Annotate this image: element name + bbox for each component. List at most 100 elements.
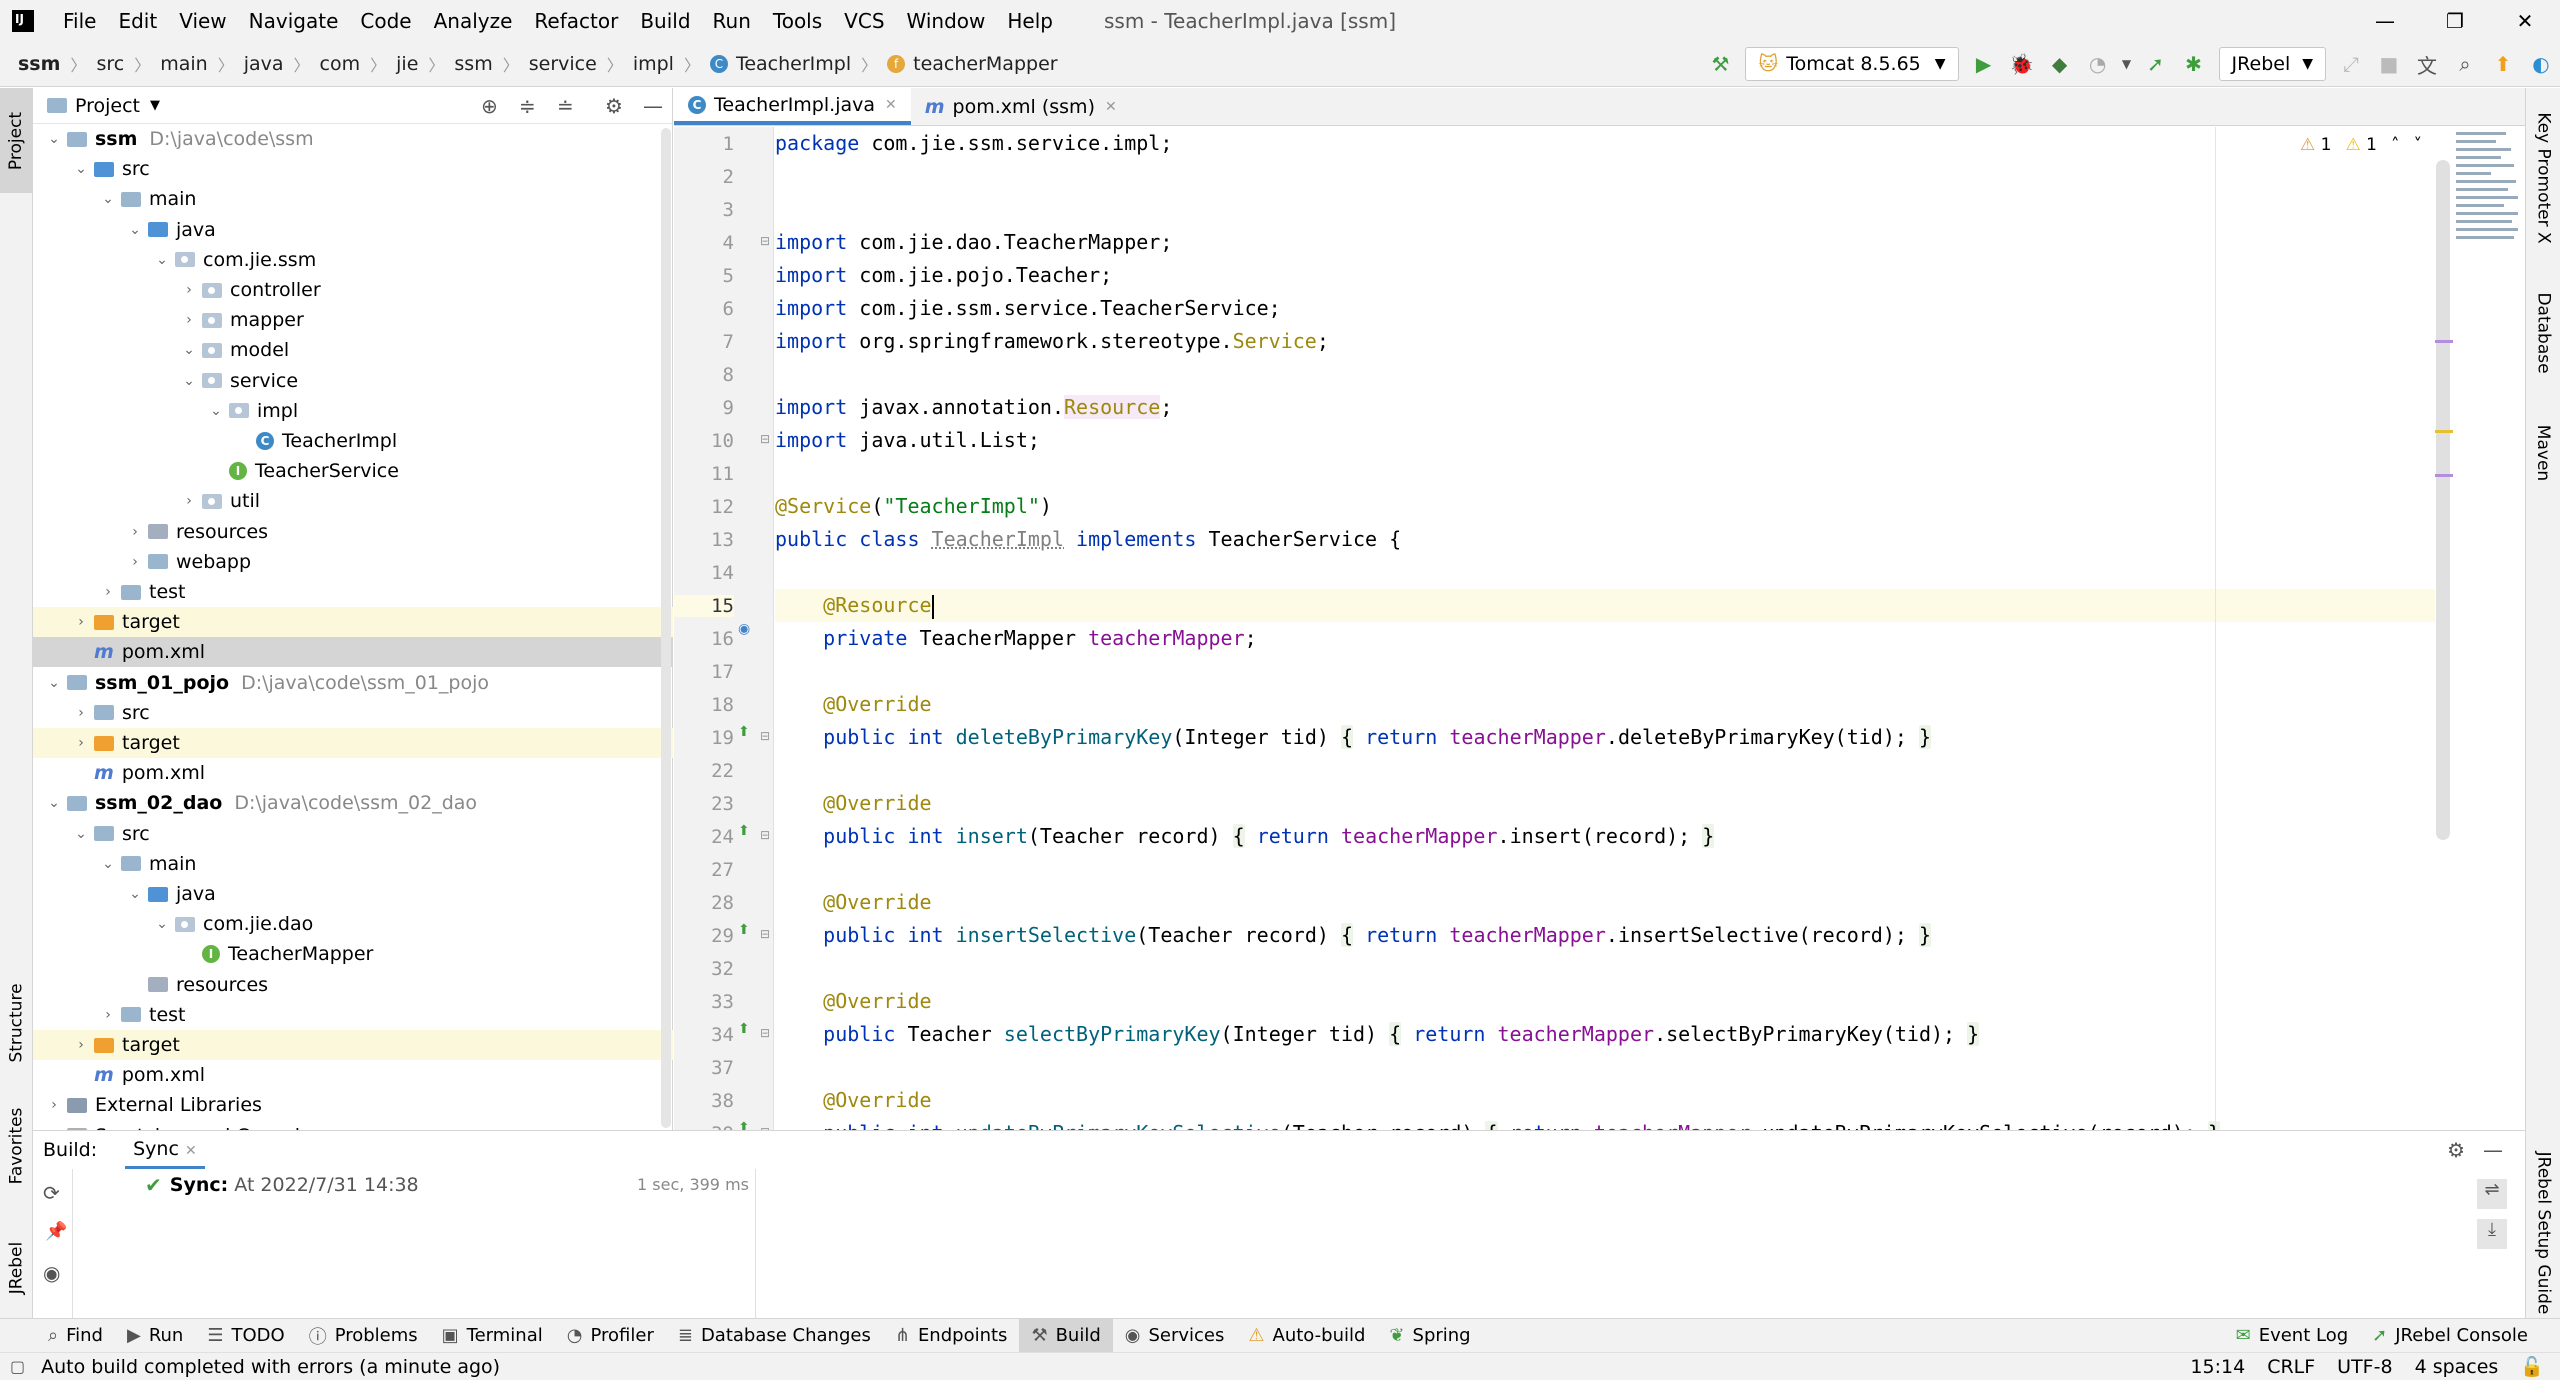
breadcrumb-item[interactable]: ssm 〉 [18,52,96,76]
tree-item[interactable]: ⌄ ssm D:\java\code\ssm [33,124,673,154]
update-available-icon[interactable]: ⬆ [2484,45,2522,83]
tab-maven[interactable]: Maven [2526,408,2560,498]
implements-method-icon[interactable]: ⬆ [738,823,750,839]
menu-window[interactable]: Window [896,9,997,33]
stop-icon[interactable]: ■ [2370,45,2408,83]
line-separator[interactable]: CRLF [2267,1356,2315,1378]
tool-endpoints[interactable]: ⋔ Endpoints [883,1319,1020,1353]
menu-code[interactable]: Code [349,9,422,33]
tree-item[interactable]: › External Libraries [33,1090,673,1120]
line-number[interactable]: 15 [674,595,734,617]
tree-item[interactable]: › resources [33,517,673,547]
code-minimap[interactable] [2450,127,2525,297]
translate-icon[interactable]: 文 [2408,45,2446,83]
tool-build[interactable]: ⚒ Build [1019,1318,1113,1353]
implements-method-icon[interactable]: ⬆ [738,724,750,740]
expand-all-icon[interactable]: ≑ [519,94,536,118]
menu-tools[interactable]: Tools [762,9,833,33]
tool-event-log[interactable]: ✉ Event Log [2224,1319,2361,1353]
tool-spring[interactable]: ❦ Spring [1377,1319,1482,1353]
menu-build[interactable]: Build [629,9,701,33]
soft-wrap-icon[interactable]: ⇌ [2477,1179,2507,1209]
tree-item[interactable]: › src [33,698,673,728]
lock-icon[interactable]: 🔓 [2520,1355,2544,1378]
tool-profiler[interactable]: ◔ Profiler [555,1319,666,1353]
chevron-right-icon[interactable]: › [128,524,142,540]
tab-jrebel-setup-guide[interactable]: JRebel Setup Guide [2526,1128,2560,1338]
chevron-down-icon[interactable]: ⌄ [128,886,142,902]
warning-indicator[interactable]: ⚠ 1 [2300,135,2331,155]
chevron-right-icon[interactable]: › [182,312,196,328]
chevron-down-icon[interactable]: ⌄ [74,826,88,842]
tool-find[interactable]: ⌕ Find [36,1319,115,1353]
line-number[interactable]: 7 [674,331,734,353]
menu-vcs[interactable]: VCS [833,9,895,33]
tab-structure[interactable]: Structure [0,968,33,1078]
previous-highlight-icon[interactable]: ˄ [2391,135,2400,155]
tree-item[interactable]: ⌄ service [33,366,673,396]
menu-view[interactable]: View [168,9,237,33]
chevron-down-icon[interactable]: ⌄ [155,916,169,932]
tool-database-changes[interactable]: ≣ Database Changes [666,1319,883,1353]
tree-item[interactable]: ⌄ java [33,879,673,909]
hide-icon[interactable]: — [643,94,663,118]
sync-row[interactable]: ✔ Sync: At 2022/7/31 14:38 [145,1173,419,1197]
chevron-down-icon[interactable]: ⌄ [101,191,115,207]
gear-icon[interactable]: ⚙ [2447,1138,2465,1162]
chevron-right-icon[interactable]: › [74,614,88,630]
gear-icon[interactable]: ⚙ [605,94,623,118]
close-tab-icon[interactable]: ✕ [185,1143,197,1159]
inspection-widget[interactable]: ⚠ 1 ⚠ 1 ˄ ˅ [2300,135,2422,155]
tool-terminal[interactable]: ▣ Terminal [430,1319,555,1353]
breadcrumb-item[interactable]: src 〉 [96,52,160,76]
refresh-icon[interactable]: ⟳ [43,1181,60,1205]
line-number[interactable]: 38 [674,1090,734,1112]
search-icon[interactable]: ⌕ [2446,45,2484,83]
tree-item[interactable]: ⌄ java [33,215,673,245]
tree-item[interactable]: m pom.xml [33,758,673,788]
line-number[interactable]: 23 [674,793,734,815]
line-number[interactable]: 16 [674,628,734,650]
tab-project[interactable]: Project [0,88,33,193]
tree-item[interactable]: ⌄ src [33,819,673,849]
line-number[interactable]: 28 [674,892,734,914]
line-number[interactable]: 24 [674,826,734,848]
tab-key-promoter[interactable]: Key Promoter X [2526,98,2560,258]
line-number[interactable]: 3 [674,199,734,221]
line-number[interactable]: 1 [674,133,734,155]
chevron-down-icon[interactable]: ⌄ [47,131,61,147]
breadcrumb-item[interactable]: main 〉 [160,52,244,76]
tree-item[interactable]: › target [33,1030,673,1060]
line-number[interactable]: 11 [674,463,734,485]
chevron-right-icon[interactable]: › [101,584,115,600]
editor-scrollbar[interactable] [2436,160,2450,840]
line-number[interactable]: 2 [674,166,734,188]
chevron-down-icon[interactable]: ⌄ [128,222,142,238]
fold-icon[interactable]: ⊟ [760,927,770,941]
line-number[interactable]: 27 [674,859,734,881]
tree-item[interactable]: › mapper [33,305,673,335]
build-hammer-icon[interactable]: ⚒ [1701,45,1739,83]
code-editor[interactable]: package com.jie.ssm.service.impl; import… [775,127,2525,1130]
coverage-icon[interactable]: ◆ [2041,45,2079,83]
run-icon[interactable]: ▶ [1965,45,2003,83]
tool-auto-build[interactable]: ⚠ Auto-build [1236,1319,1377,1353]
indent-setting[interactable]: 4 spaces [2415,1356,2499,1378]
tab-teacherimpl-java[interactable]: C TeacherImpl.java ✕ [674,88,911,125]
implements-method-icon[interactable]: ⬆ [738,922,750,938]
line-number[interactable]: 9 [674,397,734,419]
fold-icon[interactable]: ⊟ [760,432,770,446]
collapse-all-icon[interactable]: ≐ [557,94,574,118]
jrebel-run-icon[interactable]: ➚ [2137,45,2175,83]
menu-run[interactable]: Run [702,9,762,33]
breadcrumb-item[interactable]: ssm 〉 [454,52,528,76]
close-tab-icon[interactable]: ✕ [1105,99,1117,115]
tab-sync[interactable]: Sync ✕ [125,1131,205,1169]
profile-icon[interactable]: ◔ [2079,45,2117,83]
chevron-right-icon[interactable]: › [182,282,196,298]
tree-item[interactable]: ⌄ impl [33,396,673,426]
tree-item[interactable]: ⌄ main [33,184,673,214]
debug-icon[interactable]: 🐞 [2003,45,2041,83]
chevron-right-icon[interactable]: › [74,1037,88,1053]
tree-item[interactable]: ⌄ com.jie.ssm [33,245,673,275]
